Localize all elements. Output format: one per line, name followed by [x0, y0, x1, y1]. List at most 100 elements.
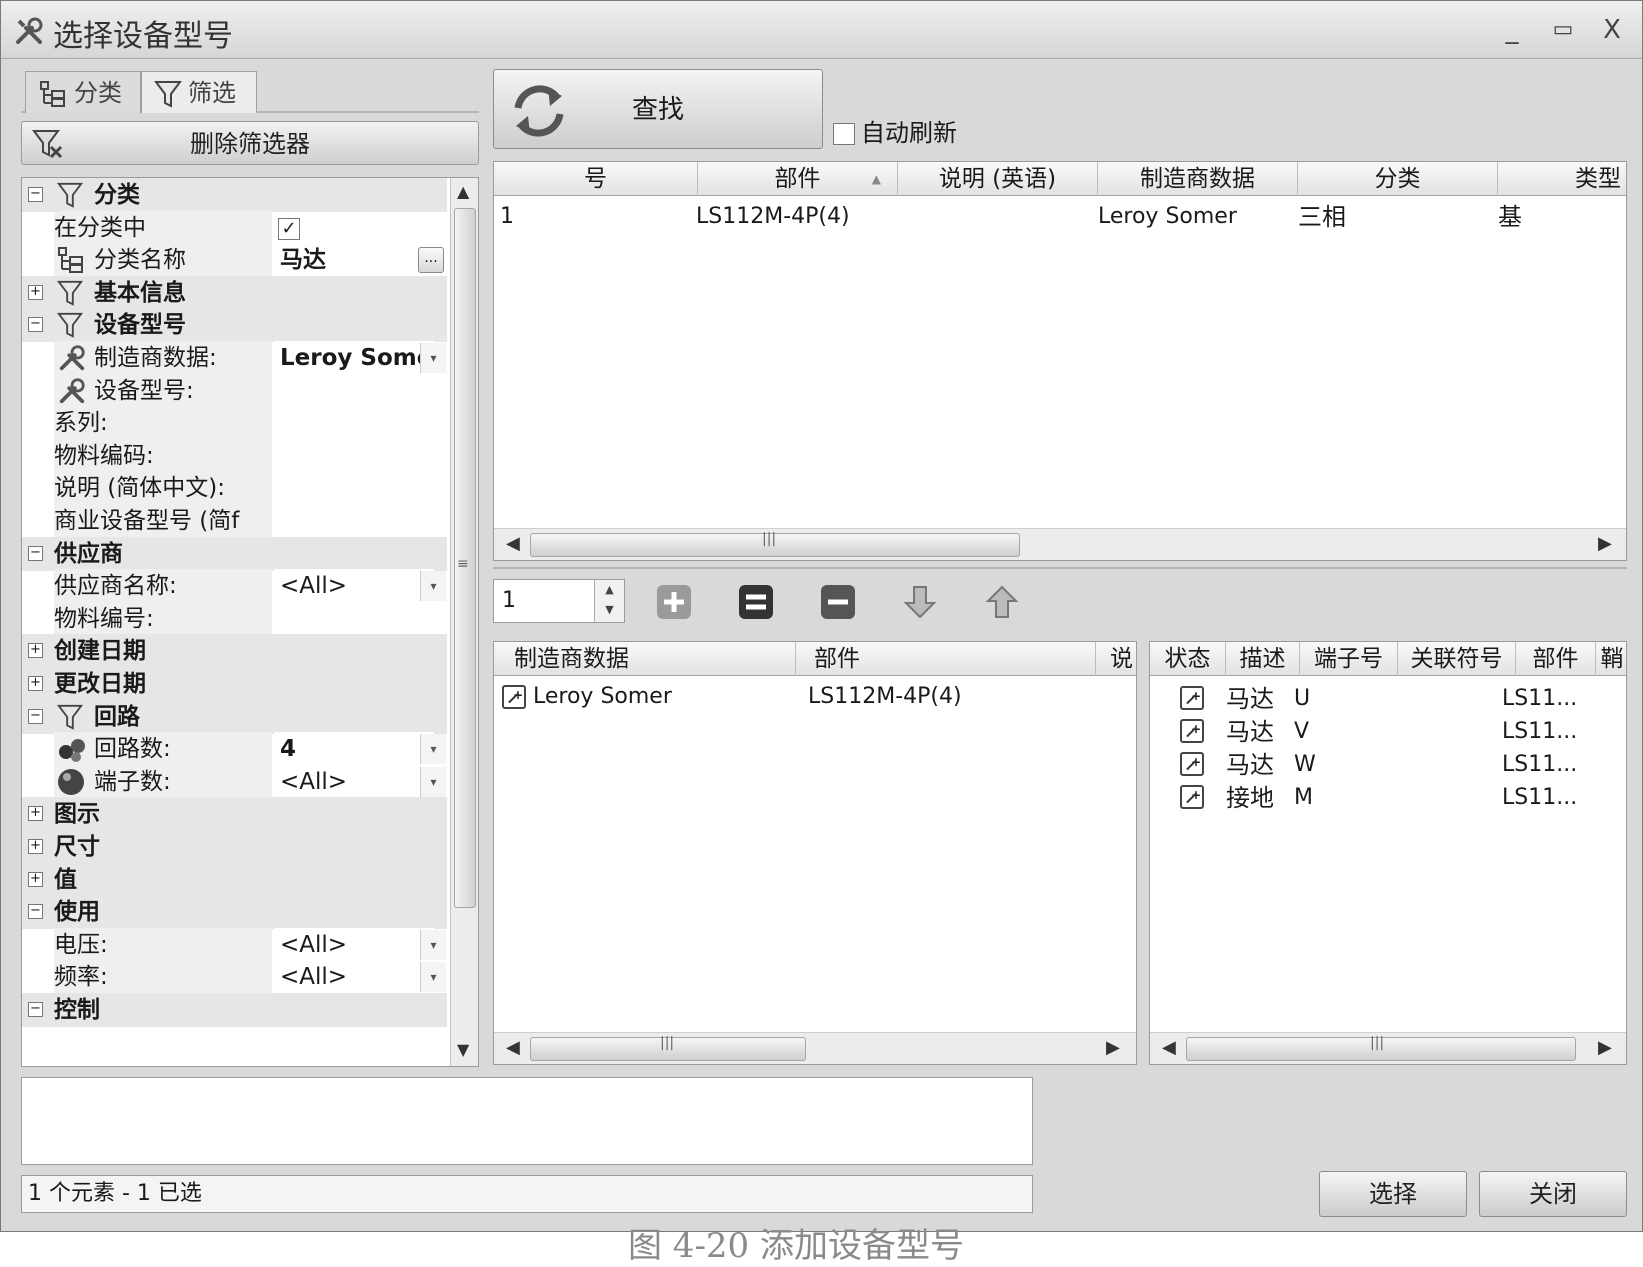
property-value[interactable]	[274, 471, 434, 506]
dropdown-arrow-icon[interactable]: ▾	[420, 962, 446, 993]
title-bar[interactable]: 选择设备型号 _ ▭ X	[1, 1, 1642, 59]
dropdown-arrow-icon[interactable]: ▾	[420, 929, 446, 960]
scroll-left-arrow[interactable]: ◀	[506, 533, 520, 554]
property-row[interactable]: 设备型号:	[22, 373, 447, 408]
property-category[interactable]: − 控制	[22, 993, 447, 1027]
property-value[interactable]	[274, 601, 434, 636]
column-header-description[interactable]: 描述	[1226, 642, 1300, 676]
stepper-buttons[interactable]: ▲ ▼	[594, 580, 624, 622]
property-row[interactable]: 分类名称 马达...	[22, 243, 447, 278]
property-value[interactable]	[274, 438, 434, 473]
column-header-terminal-number[interactable]: 端子号	[1300, 642, 1398, 676]
tab-filter[interactable]: 筛选	[141, 71, 257, 113]
property-row[interactable]: 供应商名称: <All> ▾	[22, 569, 447, 604]
scroll-right-arrow[interactable]: ▶	[1598, 533, 1612, 554]
property-value[interactable]: <All>	[274, 960, 434, 995]
expand-icon[interactable]: +	[28, 806, 43, 822]
collapse-icon[interactable]: −	[28, 187, 43, 202]
scroll-right-arrow[interactable]: ▶	[1106, 1037, 1120, 1058]
column-header-part[interactable]: 部件 ▲	[698, 162, 898, 196]
splitter[interactable]	[493, 567, 1627, 569]
dropdown-arrow-icon[interactable]: ▾	[420, 571, 446, 602]
property-row[interactable]: 频率: <All> ▾	[22, 960, 447, 995]
property-value[interactable]: 4	[274, 732, 434, 767]
column-header-description-en[interactable]: 说明 (英语)	[898, 162, 1098, 196]
add-icon[interactable]	[655, 583, 693, 621]
column-header-status[interactable]: 状态	[1150, 642, 1226, 676]
collapse-icon[interactable]: −	[28, 545, 43, 561]
column-header-type[interactable]: 类型	[1498, 162, 1626, 196]
remove-icon[interactable]	[819, 583, 857, 621]
scroll-left-arrow[interactable]: ◀	[506, 1037, 520, 1058]
close-window-button[interactable]: X	[1595, 15, 1629, 45]
property-grid-scrollbar[interactable]: ▲ ≡ ▼	[450, 178, 478, 1066]
collapse-icon[interactable]: −	[28, 904, 43, 920]
scroll-up-arrow[interactable]: ▲	[457, 182, 469, 201]
auto-refresh-checkbox[interactable]: 自动刷新	[833, 113, 957, 148]
stepper-down-icon[interactable]: ▼	[595, 600, 624, 620]
auto-refresh-box[interactable]	[833, 123, 855, 145]
property-value[interactable]	[274, 504, 434, 538]
column-header-associated-symbol[interactable]: 关联符号	[1398, 642, 1516, 676]
scroll-down-arrow[interactable]: ▼	[457, 1040, 469, 1059]
find-button[interactable]: 查找	[493, 69, 823, 149]
property-row[interactable]: 说明 (简体中文):	[22, 471, 447, 506]
column-header-part[interactable]: 部件	[1516, 642, 1596, 676]
column-header-manufacturer[interactable]: 制造商数据	[1098, 162, 1298, 196]
dropdown-arrow-icon[interactable]: ▾	[420, 734, 446, 765]
collapse-icon[interactable]: −	[28, 708, 43, 724]
dropdown-arrow-icon[interactable]: ▾	[420, 343, 446, 373]
scroll-left-arrow[interactable]: ◀	[1162, 1037, 1176, 1058]
minimize-button[interactable]: _	[1495, 15, 1529, 45]
browse-button[interactable]: ...	[418, 247, 444, 274]
property-category[interactable]: − 分类	[22, 178, 447, 212]
expand-icon[interactable]: +	[28, 839, 43, 854]
column-header-description[interactable]: 说	[1096, 642, 1136, 676]
property-value[interactable]: <All>	[274, 569, 434, 604]
select-button[interactable]: 选择	[1319, 1171, 1467, 1217]
property-category[interactable]: − 供应商	[22, 536, 447, 571]
tab-category[interactable]: 分类	[25, 71, 141, 113]
maximize-button[interactable]: ▭	[1546, 15, 1580, 45]
expand-icon[interactable]: +	[28, 643, 43, 659]
column-header-part[interactable]: 部件	[796, 642, 1096, 676]
move-up-icon[interactable]	[983, 583, 1021, 621]
property-value[interactable]: Leroy Somer	[274, 341, 434, 375]
column-header-category[interactable]: 分类	[1298, 162, 1498, 196]
property-row[interactable]: 电压: <All> ▾	[22, 927, 447, 962]
property-category[interactable]: + 创建日期	[22, 634, 447, 669]
property-value[interactable]: <All>	[274, 764, 434, 799]
property-row[interactable]: 系列:	[22, 406, 447, 441]
property-row[interactable]: 物料编号:	[22, 601, 447, 636]
collapse-icon[interactable]: −	[28, 317, 43, 333]
collapse-icon[interactable]: −	[28, 1002, 43, 1017]
property-row[interactable]: 制造商数据: Leroy Somer ▾	[22, 341, 447, 375]
property-category[interactable]: + 更改日期	[22, 667, 447, 701]
stepper-up-icon[interactable]: ▲	[595, 580, 624, 600]
property-value[interactable]: <All>	[274, 927, 434, 962]
property-row[interactable]: 端子数: <All> ▾	[22, 764, 447, 799]
dropdown-arrow-icon[interactable]: ▾	[420, 766, 446, 797]
expand-icon[interactable]: +	[28, 676, 43, 691]
delete-filter-button[interactable]: 删除筛选器	[21, 121, 479, 165]
quantity-stepper[interactable]: 1 ▲ ▼	[493, 579, 625, 623]
property-value[interactable]	[274, 406, 434, 441]
parts-hscrollbar[interactable]: ◀ ||| ▶	[494, 1032, 1136, 1064]
expand-icon[interactable]: +	[28, 871, 43, 887]
property-value[interactable]	[274, 373, 434, 408]
property-row[interactable]: 商业设备型号 (简f	[22, 504, 447, 538]
property-category[interactable]: + 值	[22, 862, 447, 897]
property-row[interactable]: 在分类中 ✓	[22, 210, 447, 245]
property-category[interactable]: + 图示	[22, 797, 447, 832]
property-category[interactable]: − 使用	[22, 895, 447, 930]
move-down-icon[interactable]	[901, 583, 939, 621]
property-category[interactable]: − 设备型号	[22, 308, 447, 343]
property-category[interactable]: − 回路	[22, 699, 447, 734]
column-header-manufacturer[interactable]: 制造商数据	[494, 642, 796, 676]
results-hscrollbar[interactable]: ◀ ||| ▶	[494, 528, 1626, 560]
property-value[interactable]: 马达	[274, 243, 434, 278]
property-category[interactable]: + 尺寸	[22, 830, 447, 864]
in-category-checkbox[interactable]: ✓	[278, 217, 300, 240]
property-row[interactable]: 物料编码:	[22, 438, 447, 473]
column-header-number[interactable]: 号	[494, 162, 698, 196]
